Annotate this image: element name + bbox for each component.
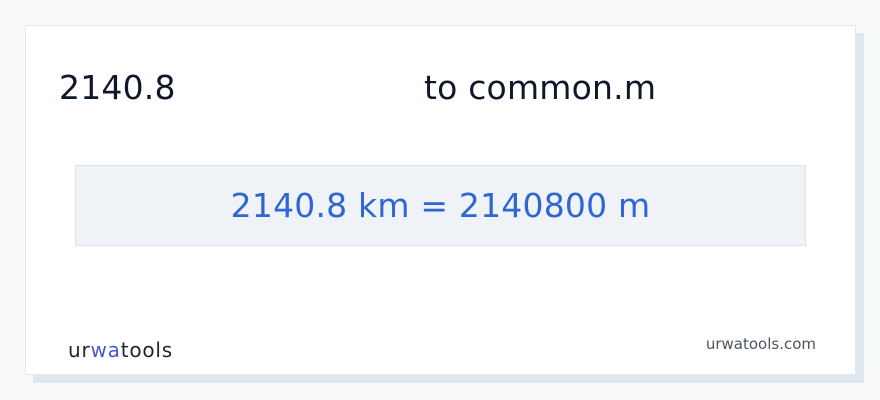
result-box: 2140.8 km = 2140800 m	[75, 165, 806, 246]
urwatools-logo[interactable]: urwatools	[68, 338, 173, 362]
logo-prefix: ur	[68, 338, 91, 362]
logo-suffix: tools	[120, 338, 174, 362]
target-unit-label: to common.m	[424, 68, 657, 107]
input-value: 2140.8	[59, 68, 176, 107]
conversion-card: 2140.8 to common.m 2140.8 km = 2140800 m…	[25, 25, 856, 375]
site-link[interactable]: urwatools.com	[706, 335, 816, 353]
logo-accent: wa	[90, 338, 121, 362]
conversion-result: 2140.8 km = 2140800 m	[230, 186, 651, 225]
